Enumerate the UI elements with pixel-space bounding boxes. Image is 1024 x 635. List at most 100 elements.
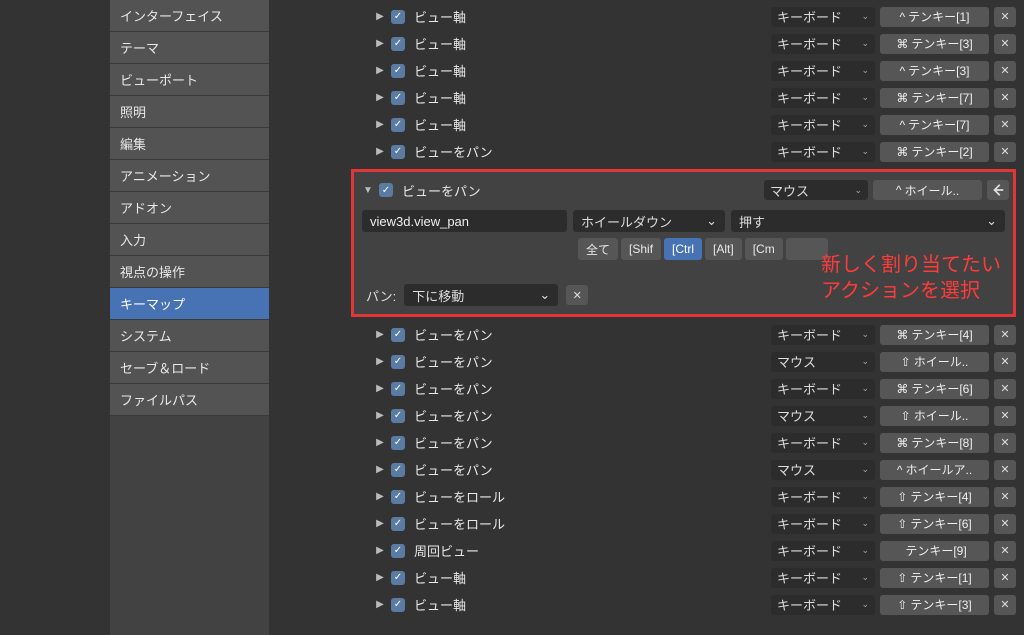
mod-alt-button[interactable]: [Alt] xyxy=(705,238,742,260)
sidebar-item[interactable]: テーマ xyxy=(110,32,269,64)
sidebar-item[interactable]: システム xyxy=(110,320,269,352)
pan-direction-select[interactable]: 下に移動 ⌄ xyxy=(404,284,558,306)
restore-button[interactable] xyxy=(987,180,1009,200)
disclosure-closed-icon[interactable]: ▶ xyxy=(374,491,386,503)
sidebar-item[interactable]: 編集 xyxy=(110,128,269,160)
enable-checkbox[interactable]: ✓ xyxy=(391,544,405,558)
enable-checkbox[interactable]: ✓ xyxy=(391,436,405,450)
device-select[interactable]: キーボード⌄ xyxy=(771,325,875,345)
sidebar-item[interactable]: インターフェイス xyxy=(110,0,269,32)
sidebar-item[interactable]: 入力 xyxy=(110,224,269,256)
enable-checkbox[interactable]: ✓ xyxy=(391,118,405,132)
enable-checkbox[interactable]: ✓ xyxy=(391,64,405,78)
device-select[interactable]: マウス⌄ xyxy=(771,406,875,426)
disclosure-closed-icon[interactable]: ▶ xyxy=(374,518,386,530)
disclosure-closed-icon[interactable]: ▶ xyxy=(374,545,386,557)
device-select[interactable]: キーボード⌄ xyxy=(771,433,875,453)
device-select[interactable]: キーボード⌄ xyxy=(771,34,875,54)
key-assignment[interactable]: ^ ホイール.. xyxy=(873,180,982,200)
disclosure-open-icon[interactable]: ▼ xyxy=(362,184,374,196)
device-select[interactable]: マウス ⌄ xyxy=(764,180,868,200)
remove-keybind-button[interactable]: ✕ xyxy=(994,115,1016,135)
disclosure-closed-icon[interactable]: ▶ xyxy=(374,119,386,131)
device-select[interactable]: キーボード⌄ xyxy=(771,514,875,534)
key-assignment[interactable]: ⇧ テンキー[6] xyxy=(880,514,989,534)
enable-checkbox[interactable]: ✓ xyxy=(391,355,405,369)
disclosure-closed-icon[interactable]: ▶ xyxy=(374,383,386,395)
device-select[interactable]: キーボード⌄ xyxy=(771,568,875,588)
enable-checkbox[interactable]: ✓ xyxy=(391,10,405,24)
enable-checkbox[interactable]: ✓ xyxy=(391,598,405,612)
disclosure-closed-icon[interactable]: ▶ xyxy=(374,65,386,77)
device-select[interactable]: キーボード⌄ xyxy=(771,487,875,507)
enable-checkbox[interactable]: ✓ xyxy=(391,409,405,423)
disclosure-closed-icon[interactable]: ▶ xyxy=(374,11,386,23)
device-select[interactable]: キーボード⌄ xyxy=(771,595,875,615)
remove-keybind-button[interactable]: ✕ xyxy=(994,487,1016,507)
disclosure-closed-icon[interactable]: ▶ xyxy=(374,410,386,422)
sidebar-item[interactable]: 照明 xyxy=(110,96,269,128)
remove-keybind-button[interactable]: ✕ xyxy=(994,541,1016,561)
enable-checkbox[interactable]: ✓ xyxy=(391,37,405,51)
device-select[interactable]: キーボード⌄ xyxy=(771,61,875,81)
key-assignment[interactable]: ⇧ ホイール.. xyxy=(880,352,989,372)
enable-checkbox[interactable]: ✓ xyxy=(391,463,405,477)
sidebar-item[interactable]: ビューポート xyxy=(110,64,269,96)
key-assignment[interactable]: ⌘ テンキー[4] xyxy=(880,325,989,345)
key-assignment[interactable]: ⇧ テンキー[4] xyxy=(880,487,989,507)
remove-keybind-button[interactable]: ✕ xyxy=(994,460,1016,480)
key-assignment[interactable]: ⇧ テンキー[3] xyxy=(880,595,989,615)
remove-keybind-button[interactable]: ✕ xyxy=(994,325,1016,345)
enable-checkbox[interactable]: ✓ xyxy=(391,382,405,396)
disclosure-closed-icon[interactable]: ▶ xyxy=(374,92,386,104)
sidebar-item[interactable]: アドオン xyxy=(110,192,269,224)
clear-pan-button[interactable]: ✕ xyxy=(566,285,588,305)
operator-id-input[interactable]: view3d.view_pan xyxy=(362,210,567,232)
device-select[interactable]: マウス⌄ xyxy=(771,352,875,372)
device-select[interactable]: キーボード⌄ xyxy=(771,541,875,561)
disclosure-closed-icon[interactable]: ▶ xyxy=(374,38,386,50)
key-assignment[interactable]: ⌘ テンキー[7] xyxy=(880,88,989,108)
remove-keybind-button[interactable]: ✕ xyxy=(994,568,1016,588)
device-select[interactable]: キーボード⌄ xyxy=(771,142,875,162)
device-select[interactable]: キーボード⌄ xyxy=(771,379,875,399)
mod-shift-button[interactable]: [Shif xyxy=(621,238,661,260)
device-select[interactable]: キーボード⌄ xyxy=(771,88,875,108)
key-assignment[interactable]: ⌘ テンキー[8] xyxy=(880,433,989,453)
mod-cmd-button[interactable]: [Cm xyxy=(745,238,783,260)
remove-keybind-button[interactable]: ✕ xyxy=(994,352,1016,372)
device-select[interactable]: キーボード⌄ xyxy=(771,115,875,135)
remove-keybind-button[interactable]: ✕ xyxy=(994,514,1016,534)
enable-checkbox[interactable]: ✓ xyxy=(379,183,393,197)
mod-ctrl-button[interactable]: [Ctrl xyxy=(664,238,702,260)
disclosure-closed-icon[interactable]: ▶ xyxy=(374,437,386,449)
mod-all-button[interactable]: 全て xyxy=(578,238,618,260)
enable-checkbox[interactable]: ✓ xyxy=(391,145,405,159)
key-assignment[interactable]: テンキー[9] xyxy=(880,541,989,561)
sidebar-item[interactable]: 視点の操作 xyxy=(110,256,269,288)
enable-checkbox[interactable]: ✓ xyxy=(391,91,405,105)
key-assignment[interactable]: ^ テンキー[1] xyxy=(880,7,989,27)
remove-keybind-button[interactable]: ✕ xyxy=(994,7,1016,27)
remove-keybind-button[interactable]: ✕ xyxy=(994,595,1016,615)
key-assignment[interactable]: ⌘ テンキー[2] xyxy=(880,142,989,162)
disclosure-closed-icon[interactable]: ▶ xyxy=(374,572,386,584)
remove-keybind-button[interactable]: ✕ xyxy=(994,142,1016,162)
device-select[interactable]: マウス⌄ xyxy=(771,460,875,480)
sidebar-item[interactable]: アニメーション xyxy=(110,160,269,192)
remove-keybind-button[interactable]: ✕ xyxy=(994,406,1016,426)
disclosure-closed-icon[interactable]: ▶ xyxy=(374,464,386,476)
enable-checkbox[interactable]: ✓ xyxy=(391,490,405,504)
sidebar-item[interactable]: ファイルパス xyxy=(110,384,269,416)
remove-keybind-button[interactable]: ✕ xyxy=(994,34,1016,54)
key-assignment[interactable]: ^ ホイールア.. xyxy=(880,460,989,480)
key-assignment[interactable]: ⇧ ホイール.. xyxy=(880,406,989,426)
remove-keybind-button[interactable]: ✕ xyxy=(994,433,1016,453)
disclosure-closed-icon[interactable]: ▶ xyxy=(374,146,386,158)
sidebar-item[interactable]: キーマップ xyxy=(110,288,269,320)
disclosure-closed-icon[interactable]: ▶ xyxy=(374,329,386,341)
enable-checkbox[interactable]: ✓ xyxy=(391,328,405,342)
disclosure-closed-icon[interactable]: ▶ xyxy=(374,356,386,368)
disclosure-closed-icon[interactable]: ▶ xyxy=(374,599,386,611)
key-assignment[interactable]: ⌘ テンキー[6] xyxy=(880,379,989,399)
